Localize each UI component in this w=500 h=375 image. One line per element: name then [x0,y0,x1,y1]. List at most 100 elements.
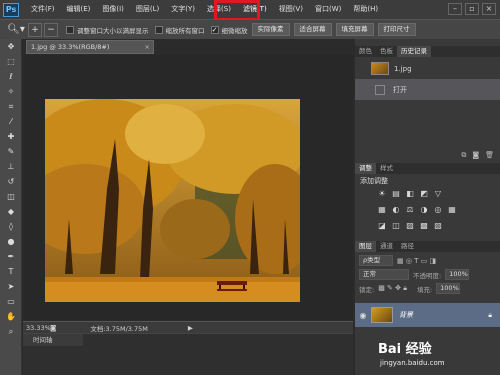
trash-icon[interactable]: 🗑︎ [485,151,494,161]
layer-background[interactable]: ◉ 背景 🔒︎ [355,303,500,327]
history-snapshot[interactable]: 1.jpg [355,58,500,79]
zoom-out-icon[interactable]: − [44,22,58,37]
status-menu-icon[interactable]: ▶ [188,324,193,332]
hue-saturation-icon[interactable]: ▦ [377,205,387,215]
lock-icons[interactable]: ▩ ✎ ✥ 🔒︎ [378,284,407,293]
menu-edit[interactable]: 编辑(E) [61,0,97,19]
history-brush-tool-icon[interactable]: ↺ [0,174,22,189]
lasso-tool-icon[interactable]: ℓ [0,69,22,84]
brush-tool-icon[interactable]: ✎ [0,144,22,159]
menu-file[interactable]: 文件(F) [25,0,61,19]
minimize-icon[interactable]: – [448,3,462,15]
threshold-icon[interactable]: ▨ [405,221,415,231]
hand-tool-icon[interactable]: ✋ [0,309,22,324]
lock-icon: 🔒︎ [488,310,492,319]
scrubby-zoom-checkbox[interactable]: ✓ 细微缩放 [210,25,248,35]
pen-tool-icon[interactable]: ✒ [0,249,22,264]
autumn-forest-photo [45,99,300,302]
menu-type[interactable]: 文字(Y) [165,0,201,19]
blend-row: 正常 不透明度: 100% [355,269,500,280]
print-size-button[interactable]: 打印尺寸 [377,23,416,36]
fit-screen-button[interactable]: 适合屏幕 [293,23,332,36]
restore-icon[interactable]: ▫ [465,3,479,15]
marquee-tool-icon[interactable]: ⬚ [0,54,22,69]
blur-tool-icon[interactable]: ◊ [0,219,22,234]
dodge-tool-icon[interactable]: ● [0,234,22,249]
photo-image [45,99,300,302]
opacity-field[interactable]: 100% [445,269,470,280]
menu-layer[interactable]: 图层(L) [130,0,165,19]
opacity-label: 不透明度: [413,271,442,280]
gradient-map-icon[interactable]: ▩ [419,221,429,231]
checkbox-icon[interactable] [66,25,74,34]
fill-screen-button[interactable]: 填充屏幕 [335,23,374,36]
eye-icon[interactable]: ◉ [355,311,371,320]
exposure-icon[interactable]: ◩ [419,189,429,199]
levels-icon[interactable]: ▤ [391,189,401,199]
layer-kind-select[interactable]: ρ类型 [359,255,393,266]
invert-icon[interactable]: ◪ [377,221,387,231]
history-panel-tabs: 颜色 色板 历史记录 [355,46,500,57]
adjustment-row-3: ◪ ◫ ▨ ▩ ▧ [377,221,477,231]
blend-mode-select[interactable]: 正常 [359,269,409,280]
eraser-tool-icon[interactable]: ◫ [0,189,22,204]
zoom-tool-icon[interactable]: 🔍︎▾ [4,22,28,38]
tab-layers[interactable]: 图层 [355,241,376,252]
vibrance-icon[interactable]: ▽ [433,189,443,199]
resize-windows-label: 调整窗口大小以满屏显示 [77,26,149,35]
actual-pixels-button[interactable]: 实际像素 [251,23,290,36]
close-icon[interactable]: × [482,3,496,15]
fill-field[interactable]: 100% [436,283,461,294]
posterize-icon[interactable]: ◫ [391,221,401,231]
adjustment-row-1: ☀ ▤ ◧ ◩ ▽ [377,189,477,199]
black-white-icon[interactable]: ⚖ [405,205,415,215]
filter-icons[interactable]: ▦ ◎ T ▭ ◨ [397,257,436,265]
tab-history[interactable]: 历史记录 [397,46,431,57]
type-tool-icon[interactable]: T [0,264,22,279]
brightness-icon[interactable]: ☀ [377,189,387,199]
channel-mixer-icon[interactable]: ◎ [433,205,443,215]
tab-adjustments[interactable]: 调整 [355,163,376,174]
path-selection-tool-icon[interactable]: ➤ [0,279,22,294]
document-icon [375,84,385,95]
snapshot-camera-icon[interactable]: ◙ [472,151,479,161]
curves-icon[interactable]: ◧ [405,189,415,199]
close-icon[interactable]: × [145,41,150,53]
timeline-panel: 时间轴 [23,333,353,375]
resize-windows-checkbox[interactable]: 调整窗口大小以满屏显示 [66,25,149,35]
magic-wand-tool-icon[interactable]: ✧ [0,84,22,99]
tab-paths[interactable]: 路径 [397,241,418,252]
tools-panel: ✥ ⬚ ℓ ✧ ⌗ ⁄ ✚ ✎ ⊥ ↺ ◫ ◆ ◊ ● ✒ T ➤ ▭ ✋ ⌕ [0,39,22,375]
history-state-open[interactable]: 打开 [355,79,500,100]
move-tool-icon[interactable]: ✥ [0,39,22,54]
paint-bucket-tool-icon[interactable]: ◆ [0,204,22,219]
menu-help[interactable]: 帮助(H) [347,0,384,19]
zoom-tool-icon[interactable]: ⌕ [0,324,22,339]
tab-color[interactable]: 颜色 [355,46,376,57]
menu-window[interactable]: 窗口(W) [309,0,347,19]
color-lookup-icon[interactable]: ▦ [447,205,457,215]
tab-swatches[interactable]: 色板 [376,46,397,57]
timeline-tab[interactable]: 时间轴 [23,334,83,346]
menu-view[interactable]: 视图(V) [273,0,309,19]
zoom-all-checkbox[interactable]: 缩放所有窗口 [154,25,205,35]
eyedropper-tool-icon[interactable]: ⁄ [0,114,22,129]
crop-tool-icon[interactable]: ⌗ [0,99,22,114]
rectangle-tool-icon[interactable]: ▭ [0,294,22,309]
color-balance-icon[interactable]: ◐ [391,205,401,215]
tab-channels[interactable]: 通道 [376,241,397,252]
tab-styles[interactable]: 样式 [376,163,397,174]
checked-icon[interactable]: ✓ [210,25,219,34]
zoom-in-icon[interactable]: + [28,22,42,37]
clone-stamp-tool-icon[interactable]: ⊥ [0,159,22,174]
healing-brush-tool-icon[interactable]: ✚ [0,129,22,144]
menu-image[interactable]: 图像(I) [96,0,130,19]
new-document-icon[interactable]: ⧉ [461,151,466,161]
layer-thumbnail [371,307,393,323]
photo-filter-icon[interactable]: ◑ [419,205,429,215]
selective-color-icon[interactable]: ▧ [433,221,443,231]
document-tab[interactable]: 1.jpg @ 33.3%(RGB/8#) × [26,40,154,54]
zoom-level[interactable]: 33.33% [26,324,51,332]
document-tab-title: 1.jpg @ 33.3%(RGB/8#) [31,43,110,51]
checkbox-icon[interactable] [154,25,163,34]
